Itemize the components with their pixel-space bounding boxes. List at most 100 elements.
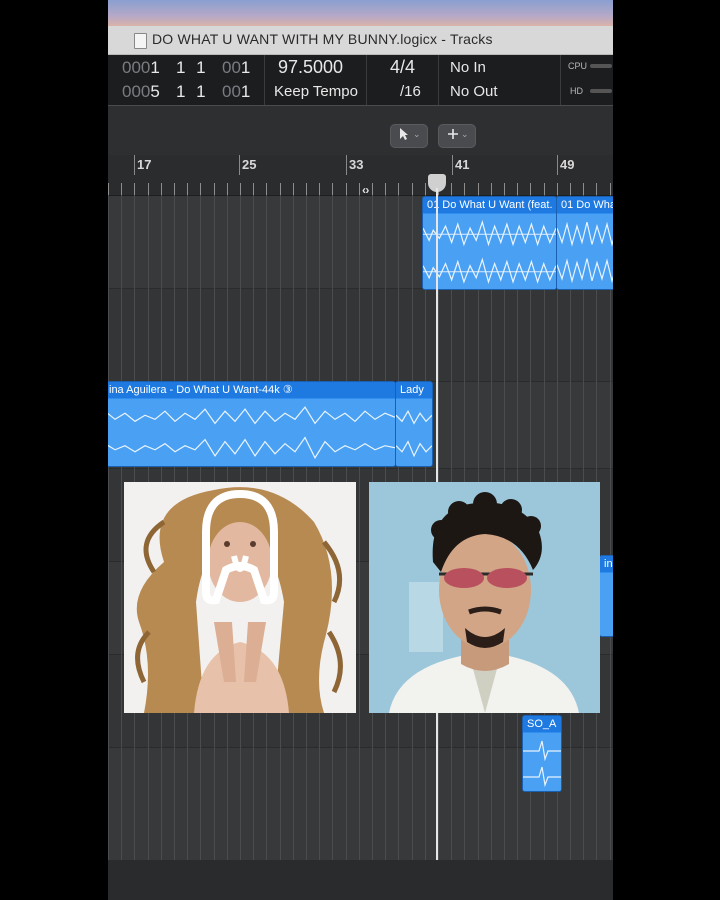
ruler-tick: [517, 183, 518, 195]
crosshair-icon: [447, 127, 459, 144]
title-bar: DO WHAT U WANT WITH MY BUNNY.logicx - Tr…: [108, 26, 613, 55]
bar-line: [239, 155, 240, 175]
waveform: [523, 733, 561, 791]
waveform: [396, 399, 432, 466]
ruler-tick: [504, 183, 505, 195]
time-tick-value: 1: [240, 82, 251, 101]
lcd-divider: [560, 55, 561, 105]
region-title: ina Aguilera - Do What U Want-44k: [109, 384, 280, 396]
track-lane-2[interactable]: [108, 289, 613, 381]
bar-line: [557, 155, 558, 175]
audio-region[interactable]: SO_A: [522, 715, 562, 792]
footer-area: [108, 860, 613, 900]
ruler-tick: [610, 183, 611, 195]
tick-leading-zeros: 00: [222, 58, 241, 77]
waveform: [108, 399, 395, 466]
time-display-bars[interactable]: 0005: [122, 82, 160, 102]
pointer-tool-button[interactable]: ⌄: [390, 124, 428, 148]
ruler-tick: [530, 183, 531, 195]
midi-in: No In: [450, 59, 486, 76]
bar-line: [346, 155, 347, 175]
ruler-tick: [280, 183, 281, 195]
ruler-tick: [227, 183, 228, 195]
region-name: Lady: [396, 382, 432, 398]
region-name: ina: [600, 556, 613, 572]
ruler-tick: [148, 183, 149, 195]
audio-region[interactable]: 01 Do What U Want (feat. R. Kelly): [422, 196, 557, 290]
ruler-tick: [359, 183, 360, 195]
chevron-down-icon: ⌄: [461, 129, 469, 139]
ruler-tick: [596, 183, 597, 195]
ruler-tick: [451, 183, 452, 195]
ruler-tick: [412, 183, 413, 195]
grid-line: [121, 195, 122, 900]
audio-region[interactable]: 01 Do What U Want: [556, 196, 613, 290]
portrait-right-illustration: [369, 482, 600, 713]
artist-photo-right: [369, 482, 600, 713]
lcd-divider: [438, 55, 439, 105]
ruler-tick: [332, 183, 333, 195]
ruler-tick: [306, 183, 307, 195]
position-tick: 001: [222, 58, 250, 78]
ruler-tick: [121, 183, 122, 195]
artist-photo-left: [124, 482, 356, 713]
position-leading-zeros: 000: [122, 58, 151, 77]
bar-line: [452, 155, 453, 175]
ruler-tick: [398, 183, 399, 195]
grid-line: [610, 195, 611, 900]
waveform: [600, 573, 613, 636]
tempo-display[interactable]: 97.5000: [278, 57, 343, 78]
ruler-tick: [385, 183, 386, 195]
bar-number-33: 33: [349, 157, 364, 172]
window-title: DO WHAT U WANT WITH MY BUNNY.logicx - Tr…: [152, 31, 493, 47]
region-name: ina Aguilera - Do What U Want-44k ③: [108, 382, 395, 398]
bar-number-41: 41: [455, 157, 470, 172]
cpu-label: CPU: [568, 61, 588, 71]
bar-number-49: 49: [560, 157, 575, 172]
ruler-tick: [372, 183, 373, 195]
logic-pro-window: DO WHAT U WANT WITH MY BUNNY.logicx - Tr…: [108, 0, 613, 900]
bar-ruler[interactable]: 17 25 33 41 49 ‹ ›: [108, 155, 613, 197]
ruler-tick: [557, 183, 558, 195]
position-display-bars[interactable]: 0001: [122, 58, 160, 78]
ruler-tick: [253, 183, 254, 195]
ruler-tick: [240, 183, 241, 195]
cpu-meter: [590, 64, 612, 68]
audio-region[interactable]: ina Aguilera - Do What U Want-44k ③: [108, 381, 396, 467]
bar-line: [134, 155, 135, 175]
control-bar-lcd[interactable]: 0001 1 1 001 0005 1 1 001 97.5000 Keep T…: [108, 55, 613, 105]
tempo-mode[interactable]: Keep Tempo: [274, 83, 358, 100]
ruler-tick: [491, 183, 492, 195]
ruler-tick: [346, 183, 347, 195]
waveform: [557, 214, 613, 289]
waveform: [423, 214, 556, 289]
secondary-tool-button[interactable]: ⌄: [438, 124, 476, 148]
ruler-tick: [583, 183, 584, 195]
lane-divider: [108, 468, 613, 469]
hd-label: HD: [570, 86, 583, 96]
ruler-tick: [464, 183, 465, 195]
ruler-tick: [570, 183, 571, 195]
position-bar: 1: [150, 58, 160, 77]
time-signature[interactable]: 4/4: [390, 57, 415, 78]
cycle-locator-handle[interactable]: ‹ ›: [362, 183, 369, 197]
midi-out: No Out: [450, 83, 498, 100]
ruler-tick: [293, 183, 294, 195]
grid-line: [108, 195, 109, 900]
time-leading-zeros: 000: [122, 82, 151, 101]
ruler-tick: [187, 183, 188, 195]
time-bar: 5: [150, 82, 160, 101]
ruler-tick: [174, 183, 175, 195]
audio-region[interactable]: Lady: [395, 381, 433, 467]
audio-region[interactable]: ina: [599, 555, 613, 637]
region-name: 01 Do What U Want (feat. R. Kelly): [423, 197, 556, 213]
tracks-toolbar: ⌄ ⌄: [108, 105, 613, 156]
desktop-wallpaper-strip: [108, 0, 613, 26]
lcd-divider: [366, 55, 367, 105]
tick-value: 1: [240, 58, 251, 77]
division[interactable]: /16: [400, 83, 421, 100]
bar-number-17: 17: [137, 157, 152, 172]
pointer-icon: [399, 127, 409, 144]
time-tick-leading-zeros: 00: [222, 82, 241, 101]
loop-badge-icon: ③: [282, 384, 293, 396]
